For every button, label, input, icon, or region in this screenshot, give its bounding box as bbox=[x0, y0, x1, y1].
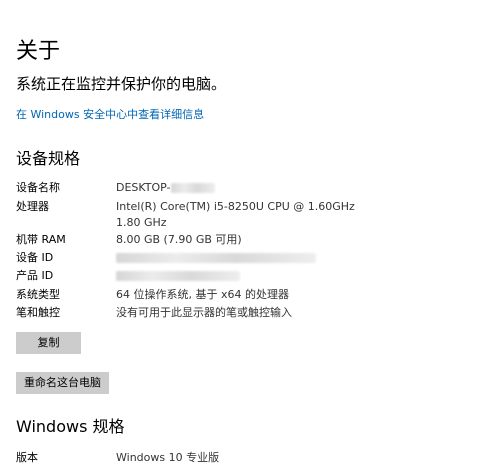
protection-status-text: 系统正在监控并保护你的电脑。 bbox=[16, 75, 227, 93]
spec-value bbox=[116, 268, 376, 284]
windows-specs-heading: Windows 规格 bbox=[16, 417, 125, 436]
spec-value: 64 位操作系统, 基于 x64 的处理器 bbox=[116, 288, 289, 301]
copy-button[interactable]: 复制 bbox=[16, 332, 81, 354]
spec-value: 8.00 GB (7.90 GB 可用) bbox=[116, 233, 242, 246]
spec-label: 系统类型 bbox=[16, 288, 60, 301]
device-specs-heading: 设备规格 bbox=[16, 149, 81, 168]
spec-label: 产品 ID bbox=[16, 269, 54, 282]
spec-label: 版本 bbox=[16, 451, 38, 464]
page-title: 关于 bbox=[16, 39, 61, 64]
redacted-device-name bbox=[170, 183, 215, 193]
about-page: 关于 系统正在监控并保护你的电脑。 在 Windows 安全中心中查看详细信息 … bbox=[16, 0, 486, 468]
device-name-prefix: DESKTOP- bbox=[116, 181, 171, 194]
spec-value: DESKTOP- bbox=[116, 180, 376, 196]
security-center-link[interactable]: 在 Windows 安全中心中查看详细信息 bbox=[16, 107, 204, 123]
spec-label: 笔和触控 bbox=[16, 306, 60, 319]
spec-value: Windows 10 专业版 bbox=[116, 451, 220, 464]
rename-pc-button[interactable]: 重命名这台电脑 bbox=[16, 372, 109, 394]
spec-value bbox=[116, 250, 376, 266]
spec-label: 设备 ID bbox=[16, 251, 54, 264]
spec-value: 没有可用于此显示器的笔或触控输入 bbox=[116, 306, 292, 319]
spec-label: 设备名称 bbox=[16, 181, 60, 194]
spec-value: Intel(R) Core(TM) i5-8250U CPU @ 1.60GHz… bbox=[116, 200, 355, 229]
redacted-product-id bbox=[116, 271, 240, 281]
redacted-device-id bbox=[116, 253, 316, 263]
spec-label: 机带 RAM bbox=[16, 233, 66, 246]
spec-label: 处理器 bbox=[16, 200, 49, 213]
